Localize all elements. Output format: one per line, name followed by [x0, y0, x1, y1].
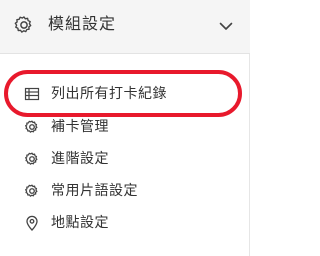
- chevron-down-icon[interactable]: [219, 21, 233, 31]
- menu-item-label: 補卡管理: [51, 119, 109, 135]
- map-pin-icon: [26, 215, 38, 231]
- module-settings-title: 模組設定: [48, 14, 117, 33]
- menu-item-makeup-punch-management[interactable]: 補卡管理: [0, 110, 250, 144]
- menu-item-label: 列出所有打卡紀錄: [51, 86, 167, 102]
- gear-icon: [25, 120, 38, 133]
- menu-item-all-punch-records[interactable]: 列出所有打卡紀錄: [0, 77, 250, 111]
- gear-icon: [25, 152, 38, 165]
- menu-item-label: 進階設定: [51, 151, 109, 167]
- menu-item-label: 地點設定: [51, 215, 109, 231]
- list-table-icon: [24, 87, 40, 101]
- menu-item-label: 常用片語設定: [51, 183, 138, 199]
- menu-item-common-phrases-settings[interactable]: 常用片語設定: [0, 174, 250, 208]
- menu-item-advanced-settings[interactable]: 進階設定: [0, 142, 250, 176]
- module-settings-header[interactable]: 模組設定: [0, 0, 250, 54]
- gear-icon: [25, 184, 38, 197]
- menu-item-location-settings[interactable]: 地點設定: [0, 206, 250, 240]
- settings-sidebar: 模組設定 列出所有打卡紀錄 補卡管理 進階設定 常用片語設定 地點設定: [0, 0, 250, 256]
- gear-icon: [14, 16, 32, 33]
